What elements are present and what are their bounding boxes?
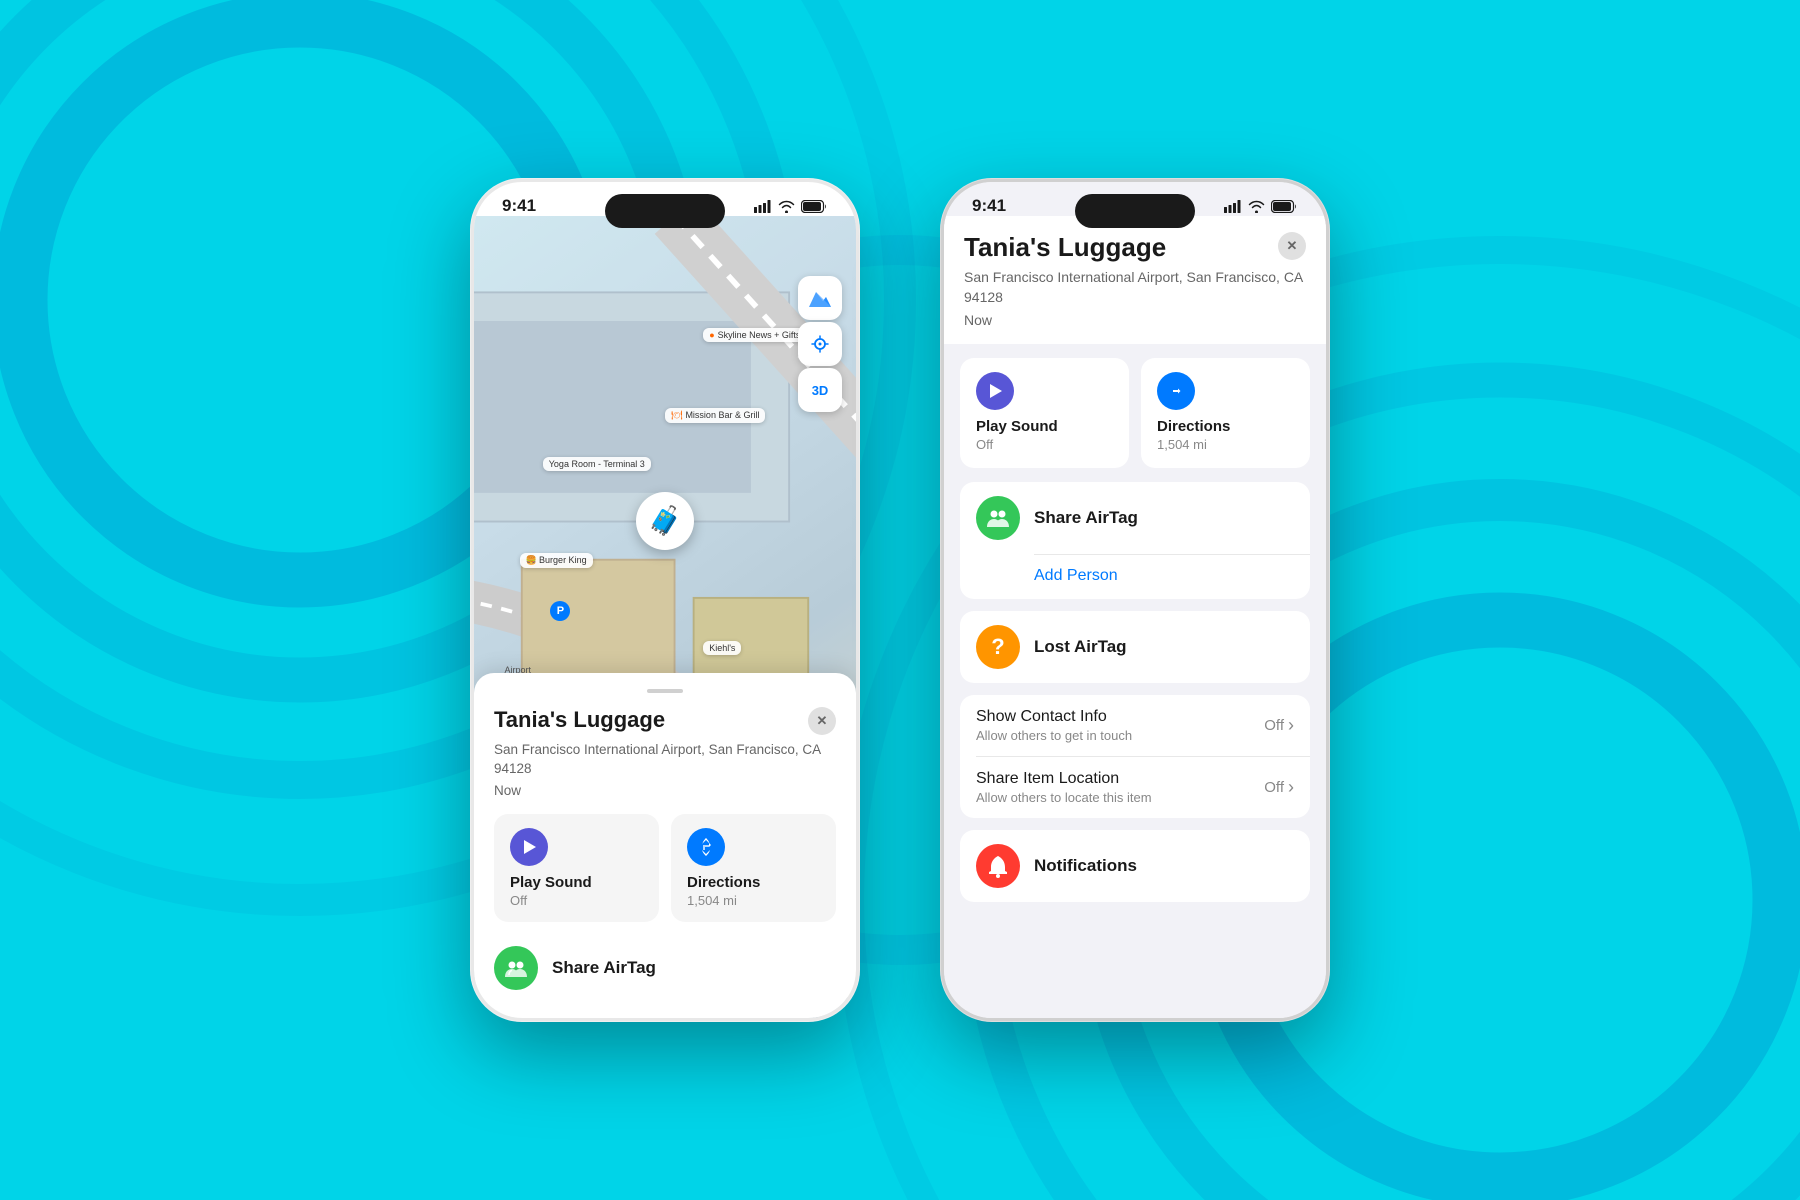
lost-airtag-label: Lost AirTag [1034, 637, 1127, 657]
luggage-emoji: 🧳 [648, 504, 683, 537]
notifications-row[interactable]: Notifications [960, 830, 1310, 902]
detail-directions-sublabel: 1,504 mi [1157, 437, 1294, 452]
poi-kiehls: Kiehl's [703, 641, 741, 655]
sheet-subtitle: San Francisco International Airport, San… [494, 741, 836, 779]
detail-header: Tania's Luggage ✕ [964, 232, 1306, 263]
location-button[interactable] [798, 322, 842, 366]
phone-1: 9:41 [470, 178, 860, 1022]
poi-skyline: ●Skyline News + Gifts [703, 328, 806, 342]
dynamic-island-1 [605, 194, 725, 228]
detail-time: Now [964, 312, 1306, 328]
show-contact-sublabel: Allow others to get in touch [976, 728, 1264, 743]
phone-2: 9:41 [940, 178, 1330, 1022]
detail-top-section: Tania's Luggage ✕ San Francisco Internat… [944, 216, 1326, 344]
close-button-2[interactable]: ✕ [1278, 232, 1306, 260]
share-airtag-section: Share AirTag Add Person [960, 482, 1310, 599]
share-location-value: Off [1264, 779, 1284, 796]
wifi-icon-2 [1248, 200, 1265, 213]
phones-container: 9:41 [470, 178, 1330, 1022]
poi-mission: 🍽Mission Bar & Grill [665, 408, 765, 423]
time-2: 9:41 [972, 196, 1006, 216]
detail-play-sound-card[interactable]: Play Sound Off [960, 358, 1129, 468]
share-location-sublabel: Allow others to locate this item [976, 790, 1264, 805]
notifications-label: Notifications [1034, 856, 1137, 876]
directions-card[interactable]: Directions 1,504 mi [671, 814, 836, 922]
detail-play-label: Play Sound [976, 418, 1113, 435]
share-location-left: Share Item Location Allow others to loca… [976, 770, 1264, 805]
sheet-title: Tania's Luggage [494, 707, 665, 733]
3d-button[interactable]: 3D [798, 368, 842, 412]
close-button-1[interactable]: ✕ [808, 707, 836, 735]
poi-yoga: Yoga Room - Terminal 3 [543, 457, 651, 471]
time-1: 9:41 [502, 196, 536, 216]
notifications-icon [976, 844, 1020, 888]
add-person-button[interactable]: Add Person [960, 555, 1310, 599]
share-location-chevron: › [1288, 777, 1294, 798]
bottom-sheet-1: Tania's Luggage ✕ San Francisco Internat… [474, 673, 856, 1018]
play-sound-icon-bg [510, 828, 548, 866]
signal-icon [754, 200, 772, 213]
poi-burgerking: 🍔Burger King [520, 553, 593, 568]
play-sound-card[interactable]: Play Sound Off [494, 814, 659, 922]
share-airtag-label-2: Share AirTag [1034, 508, 1138, 528]
detail-play-icon [976, 372, 1014, 410]
show-contact-value: Off [1264, 717, 1284, 734]
share-airtag-row[interactable]: Share AirTag [494, 938, 836, 998]
directions-sublabel: 1,504 mi [687, 893, 820, 908]
sheet-handle [647, 689, 683, 693]
share-airtag-icon [494, 946, 538, 990]
detail-play-sublabel: Off [976, 437, 1113, 452]
play-sound-sublabel: Off [510, 893, 643, 908]
status-icons-1 [754, 200, 828, 213]
detail-content: Tania's Luggage ✕ San Francisco Internat… [944, 216, 1326, 1018]
share-item-location-row[interactable]: Share Item Location Allow others to loca… [960, 757, 1310, 818]
play-sound-label: Play Sound [510, 874, 643, 891]
luggage-pin: 🧳 [636, 492, 694, 550]
battery-icon-2 [1271, 200, 1298, 213]
battery-icon [801, 200, 828, 213]
directions-icon-bg [687, 828, 725, 866]
detail-title: Tania's Luggage [964, 232, 1166, 263]
action-cards-row: Play Sound Off Directions [494, 814, 836, 922]
signal-icon-2 [1224, 200, 1242, 213]
sheet-time: Now [494, 783, 836, 798]
detail-directions-label: Directions [1157, 418, 1294, 435]
lost-airtag-icon: ? [976, 625, 1020, 669]
detail-directions-icon [1157, 372, 1195, 410]
share-airtag-icon-2 [976, 496, 1020, 540]
notifications-section: Notifications [960, 830, 1310, 902]
sheet-header: Tania's Luggage ✕ [494, 707, 836, 735]
parking-marker: P [550, 601, 570, 621]
share-location-right: Off › [1264, 777, 1294, 798]
share-location-label: Share Item Location [976, 770, 1264, 788]
privacy-list-section: Show Contact Info Allow others to get in… [960, 695, 1310, 818]
map-controls: 3D [798, 276, 842, 412]
detail-action-row: Play Sound Off Directions 1,504 mi [960, 358, 1310, 468]
wifi-icon [778, 200, 795, 213]
directions-label: Directions [687, 874, 820, 891]
lost-airtag-row[interactable]: ? Lost AirTag [960, 611, 1310, 683]
share-airtag-label: Share AirTag [552, 958, 656, 978]
dynamic-island-2 [1075, 194, 1195, 228]
show-contact-info-row[interactable]: Show Contact Info Allow others to get in… [960, 695, 1310, 756]
detail-directions-card[interactable]: Directions 1,504 mi [1141, 358, 1310, 468]
map-type-button[interactable] [798, 276, 842, 320]
status-icons-2 [1224, 200, 1298, 213]
show-contact-left: Show Contact Info Allow others to get in… [976, 708, 1264, 743]
show-contact-right: Off › [1264, 715, 1294, 736]
detail-subtitle: San Francisco International Airport, San… [964, 267, 1306, 308]
lost-airtag-section: ? Lost AirTag [960, 611, 1310, 683]
share-airtag-section-row: Share AirTag [960, 482, 1310, 554]
show-contact-label: Show Contact Info [976, 708, 1264, 726]
show-contact-chevron: › [1288, 715, 1294, 736]
